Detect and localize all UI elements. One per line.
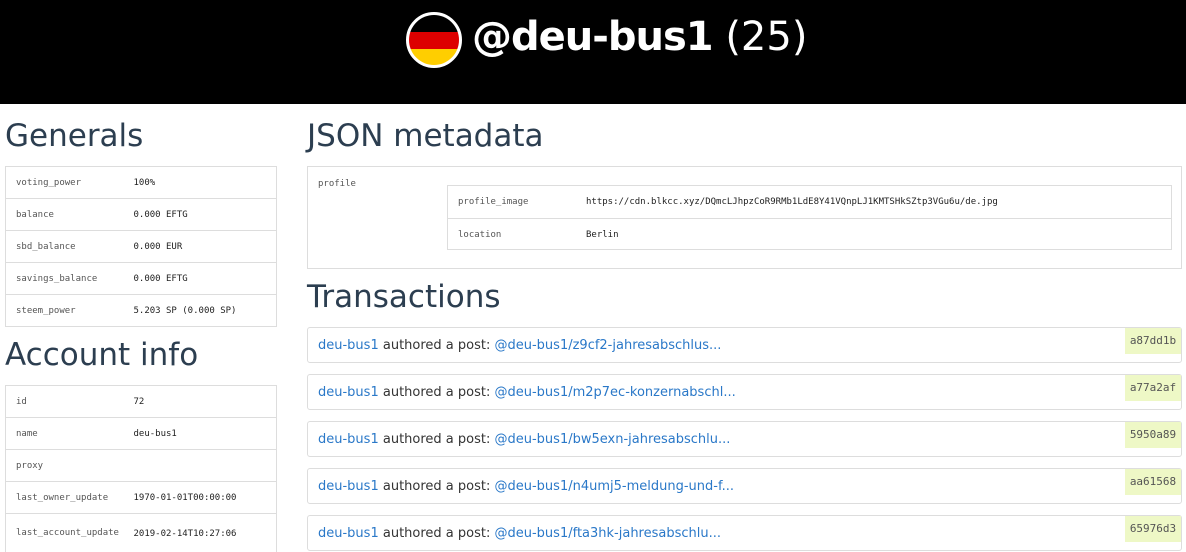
transaction-item: deu-bus1 authored a post: @deu-bus1/n4um… — [307, 468, 1182, 504]
table-row: balance 0.000 EFTG — [5, 198, 277, 231]
generals-heading: Generals — [5, 118, 144, 154]
row-value: 0.000 EUR — [133, 230, 277, 263]
row-value: 0.000 EFTG — [133, 198, 277, 231]
post-link[interactable]: @deu-bus1/n4umj5-meldung-und-f... — [495, 479, 734, 494]
row-key: balance — [5, 198, 134, 231]
row-value: 5.203 SP (0.000 SP) — [133, 294, 277, 327]
json-metadata-table: profile profile_image https://cdn.blkcc.… — [307, 166, 1182, 269]
account-info-heading: Account info — [5, 337, 199, 373]
transaction-hash[interactable]: a77a2af — [1125, 375, 1181, 401]
profile-subtable: profile_image https://cdn.blkcc.xyz/DQmc… — [447, 185, 1172, 250]
transaction-hash[interactable]: 65976d3 — [1125, 516, 1181, 542]
author-link[interactable]: deu-bus1 — [318, 432, 379, 447]
transaction-hash[interactable]: aa61568 — [1125, 469, 1181, 495]
row-key: voting_power — [16, 177, 82, 188]
account-info-table: id 72 name deu-bus1 proxy last_owner_upd… — [5, 385, 277, 552]
author-link[interactable]: deu-bus1 — [318, 338, 379, 353]
profile-image-url: https://cdn.blkcc.xyz/DQmcLJhpzCoR9RMb1L… — [586, 197, 998, 207]
row-key: last_owner_update — [5, 481, 134, 514]
row-key: savings_balance — [5, 262, 134, 295]
row-key: location — [458, 230, 502, 240]
transaction-item: deu-bus1 authored a post: @deu-bus1/bw5e… — [307, 421, 1182, 457]
table-row: last_owner_update 1970-01-01T00:00:00 — [5, 481, 277, 514]
table-row: id 72 — [6, 386, 277, 418]
table-row: steem_power 5.203 SP (0.000 SP) — [5, 294, 277, 327]
json-metadata-heading: JSON metadata — [307, 118, 544, 154]
action-text: authored a post: — [382, 526, 491, 541]
transaction-item: deu-bus1 authored a post: @deu-bus1/z9cf… — [307, 327, 1182, 363]
generals-table: voting_power 100% balance 0.000 EFTG sbd… — [5, 166, 277, 327]
row-value: 72 — [133, 396, 145, 407]
flag-stripe-black — [409, 15, 459, 32]
page-title: @deu-bus1 (25) — [472, 12, 807, 62]
action-text: authored a post: — [382, 385, 491, 400]
json-key-profile: profile — [318, 179, 356, 189]
transaction-hash[interactable]: a87dd1b — [1125, 328, 1181, 354]
reputation-score: (25) — [725, 14, 808, 60]
row-value: Berlin — [586, 230, 619, 240]
row-key: name — [5, 417, 134, 450]
author-link[interactable]: deu-bus1 — [318, 526, 379, 541]
username: @deu-bus1 — [472, 14, 714, 60]
row-value: 1970-01-01T00:00:00 — [133, 481, 277, 514]
author-link[interactable]: deu-bus1 — [318, 385, 379, 400]
avatar — [406, 12, 462, 68]
table-row: last_account_update 2019-02-14T10:27:06 — [5, 513, 277, 552]
row-key: proxy — [5, 449, 134, 482]
table-row: sbd_balance 0.000 EUR — [5, 230, 277, 263]
row-key: steem_power — [5, 294, 134, 327]
row-value: 100% — [133, 177, 156, 188]
transactions-heading: Transactions — [307, 279, 501, 315]
post-link[interactable]: @deu-bus1/m2p7ec-konzernabschl... — [495, 385, 736, 400]
table-row: profile_image https://cdn.blkcc.xyz/DQmc… — [448, 186, 1171, 218]
row-key: id — [16, 396, 27, 407]
profile-header: @deu-bus1 (25) — [0, 0, 1186, 104]
post-link[interactable]: @deu-bus1/z9cf2-jahresabschlus... — [495, 338, 722, 353]
row-value: deu-bus1 — [133, 417, 277, 450]
action-text: authored a post: — [382, 479, 491, 494]
transaction-item: deu-bus1 authored a post: @deu-bus1/m2p7… — [307, 374, 1182, 410]
transaction-hash[interactable]: 5950a89 — [1125, 422, 1181, 448]
table-row: location Berlin — [448, 218, 1171, 250]
flag-stripe-gold — [409, 48, 459, 65]
table-row: savings_balance 0.000 EFTG — [5, 262, 277, 295]
row-key: sbd_balance — [5, 230, 134, 263]
table-row: name deu-bus1 — [5, 417, 277, 450]
row-value: 2019-02-14T10:27:06 — [133, 513, 277, 552]
action-text: authored a post: — [382, 338, 491, 353]
post-link[interactable]: @deu-bus1/fta3hk-jahresabschlu... — [495, 526, 722, 541]
row-key: last_account_update — [5, 513, 134, 552]
action-text: authored a post: — [382, 432, 491, 447]
table-row: proxy — [5, 449, 277, 482]
transaction-item: deu-bus1 authored a post: @deu-bus1/fta3… — [307, 515, 1182, 551]
row-value: 0.000 EFTG — [133, 262, 277, 295]
flag-stripe-red — [409, 32, 459, 49]
table-row: voting_power 100% — [6, 167, 277, 199]
row-key: profile_image — [458, 197, 529, 207]
author-link[interactable]: deu-bus1 — [318, 479, 379, 494]
post-link[interactable]: @deu-bus1/bw5exn-jahresabschlu... — [495, 432, 731, 447]
row-value — [133, 449, 277, 482]
